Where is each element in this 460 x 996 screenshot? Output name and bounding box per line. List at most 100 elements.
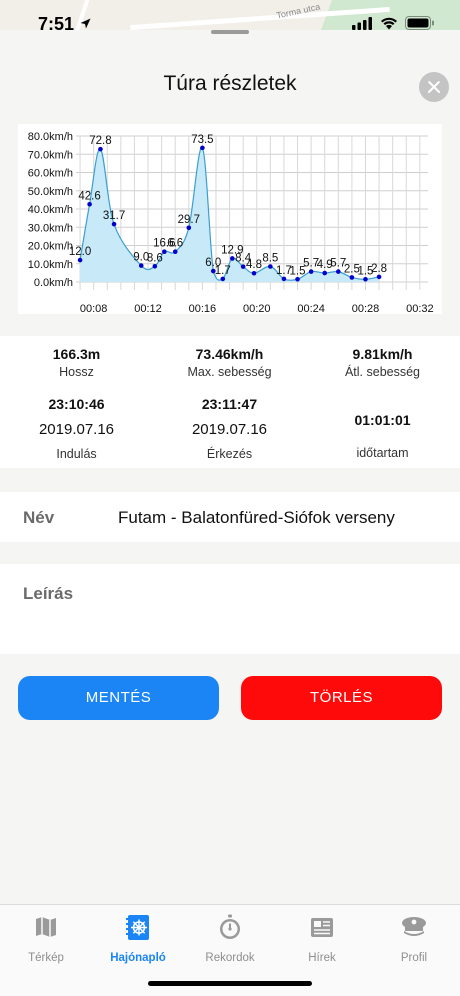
map-icon	[36, 917, 56, 937]
stat-start-date: 2019.07.16	[38, 421, 115, 438]
x-tick-label: 00:24	[297, 303, 325, 314]
chart-data-point	[281, 276, 287, 282]
chart-data-label: 42.6	[78, 190, 100, 202]
stat-end-date: 2019.07.16	[191, 421, 268, 438]
chart-data-point	[186, 225, 192, 231]
chart-data-point	[87, 201, 92, 207]
stat-end-time: 23:11:47	[201, 396, 258, 412]
chart-data-label: 8.5	[262, 252, 278, 264]
chart-data-point	[240, 264, 246, 269]
x-tick-label: 00:28	[352, 303, 380, 314]
x-tick-label: 00:32	[406, 303, 434, 314]
chart-data-point	[162, 249, 167, 255]
tab-records[interactable]: Rekordok	[195, 913, 265, 964]
tab-logbook-label: Hajónapló	[110, 952, 166, 964]
chart-data-label: 29.7	[178, 214, 200, 226]
chart-data-point	[200, 145, 205, 151]
logbook-icon	[126, 915, 149, 940]
save-button[interactable]: MENTÉS	[18, 676, 219, 720]
stat-end: 23:11:47 2019.07.16 Érkezés	[163, 396, 296, 461]
x-tick-label: 00:12	[134, 303, 162, 314]
tab-profile[interactable]: Profil	[379, 913, 449, 964]
chart-data-point	[322, 270, 328, 276]
y-tick-label: 0.0km/h	[34, 277, 73, 289]
home-indicator	[148, 981, 312, 986]
description-field-row[interactable]: Leírás	[0, 564, 460, 654]
stat-distance: 166.3m Hossz	[10, 346, 143, 379]
status-bar: 7:51	[0, 0, 460, 44]
stat-avg-speed: 9.81km/h Átl. sebesség	[316, 346, 449, 379]
y-tick-label: 40.0km/h	[28, 204, 73, 216]
speed-chart-svg: 0.0km/h 10.0km/h 20.0km/h 30.0km/h 40.0km/h 5…	[28, 131, 434, 314]
tab-map[interactable]: Térkép	[11, 913, 81, 964]
stat-start-label: Indulás	[56, 447, 97, 461]
stats-panel: 166.3m Hossz 73.46km/h Max. sebesség 9.8…	[0, 336, 460, 468]
stat-avg-speed-value: 9.81km/h	[352, 346, 413, 362]
wifi-icon	[381, 17, 397, 30]
chart-data-label: 12.0	[69, 246, 91, 258]
stat-end-label: Érkezés	[206, 447, 253, 461]
chart-data-point	[251, 270, 257, 276]
name-field-row[interactable]: Név Futam - Balatonfüred-Siófok verseny	[0, 492, 460, 542]
y-tick-label: 50.0km/h	[28, 186, 73, 198]
chart-data-point	[295, 276, 300, 282]
stat-duration: 01:01:01 időtartam	[316, 412, 449, 460]
chart-data-point	[98, 146, 103, 152]
tab-map-label: Térkép	[28, 952, 64, 964]
page-title: Túra részletek	[163, 72, 297, 95]
chart-data-point	[336, 269, 341, 274]
stat-distance-value: 166.3m	[52, 346, 101, 362]
y-tick-label: 70.0km/h	[28, 149, 73, 161]
tab-news[interactable]: Hírek	[287, 913, 357, 964]
tab-news-label: Hírek	[308, 952, 336, 964]
chart-data-point	[376, 274, 382, 280]
y-tick-label: 20.0km/h	[28, 241, 73, 253]
y-tick-label: 60.0km/h	[28, 168, 73, 180]
status-time: 7:51	[38, 14, 75, 34]
stat-avg-speed-label: Átl. sebesség	[344, 365, 421, 379]
stat-start-time: 23:10:46	[48, 396, 105, 412]
chart-data-point	[229, 256, 235, 261]
chart-data-label: 2.8	[371, 263, 387, 275]
x-tick-label: 00:16	[189, 303, 217, 314]
tab-logbook[interactable]: Hajónapló	[103, 913, 173, 964]
stat-distance-label: Hossz	[59, 365, 94, 379]
chart-data-point	[152, 264, 158, 269]
location-arrow-icon	[80, 18, 91, 29]
chart-data-label: 31.7	[103, 210, 125, 222]
y-tick-label: 80.0km/h	[28, 131, 73, 143]
description-label: Leírás	[23, 584, 74, 603]
delete-button[interactable]: TÖRLÉS	[241, 676, 442, 720]
close-button[interactable]	[419, 72, 449, 102]
stat-duration-value: 01:01:01	[354, 412, 411, 428]
tab-profile-label: Profil	[400, 952, 428, 964]
name-input[interactable]: Futam - Balatonfüred-Siófok verseny	[118, 508, 395, 528]
stat-start: 23:10:46 2019.07.16 Indulás	[10, 396, 143, 461]
chart-data-label: 4.8	[246, 259, 262, 271]
chart-data-point	[172, 249, 178, 255]
chart-data-label: 1.7	[215, 265, 231, 277]
cellular-signal-icon	[352, 17, 372, 30]
x-tick-label: 00:08	[80, 303, 108, 314]
stat-max-speed: 73.46km/h Max. sebesség	[163, 346, 296, 379]
chart-data-label: 72.8	[89, 135, 111, 147]
chart-data-point	[349, 275, 355, 280]
chart-data-point	[308, 269, 314, 274]
captain-hat-icon	[402, 917, 426, 936]
y-tick-label: 10.0km/h	[28, 259, 73, 271]
chart-data-point	[363, 276, 368, 282]
stat-max-speed-label: Max. sebesség	[187, 365, 272, 379]
chart-data-point	[77, 257, 83, 263]
battery-icon	[405, 16, 434, 30]
x-tick-label: 00:20	[243, 303, 271, 314]
chart-data-point	[268, 264, 273, 269]
stat-duration-label: időtartam	[356, 446, 409, 460]
chart-data-label: 8.6	[147, 252, 163, 264]
chart-data-point	[138, 263, 144, 268]
name-label: Név	[23, 508, 55, 527]
chart-data-label: 6.6	[167, 238, 183, 250]
stopwatch-icon	[220, 914, 240, 939]
chart-data-point	[111, 221, 117, 227]
chart-data-label: 73.5	[191, 134, 213, 146]
news-icon	[311, 918, 333, 937]
